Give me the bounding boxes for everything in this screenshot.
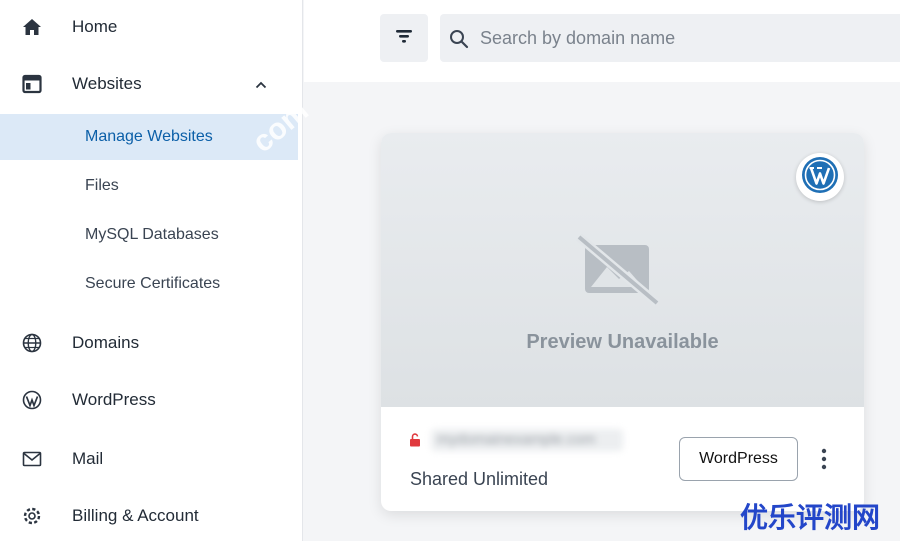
wordpress-icon xyxy=(22,390,42,410)
sidebar-subitem-manage-websites[interactable]: Manage Websites xyxy=(0,114,298,160)
search-box xyxy=(440,14,900,62)
sidebar-item-mail[interactable]: Mail xyxy=(0,437,298,481)
no-image-icon xyxy=(573,233,665,309)
preview-unavailable-text: Preview Unavailable xyxy=(526,331,719,353)
sidebar-item-label: Websites xyxy=(72,74,142,93)
more-options-icon[interactable] xyxy=(818,447,830,471)
site-preview: Preview Unavailable xyxy=(381,133,864,407)
sidebar-subitem-secure-certificates[interactable]: Secure Certificates xyxy=(0,261,298,307)
sidebar-item-label: Home xyxy=(72,17,118,36)
mail-icon xyxy=(22,449,42,469)
wordpress-badge xyxy=(796,153,844,201)
sidebar-item-label: WordPress xyxy=(72,390,156,409)
sidebar-item-domains[interactable]: Domains xyxy=(0,321,298,365)
wordpress-logo-icon xyxy=(801,156,839,199)
website-card: Preview Unavailable mydomainexample.com … xyxy=(381,133,864,511)
websites-icon xyxy=(22,74,42,94)
sidebar: Home Websites Manage Websites Files MySQ… xyxy=(0,0,303,541)
sidebar-item-websites[interactable]: Websites xyxy=(0,62,298,106)
sidebar-subitem-label: MySQL Databases xyxy=(85,226,219,243)
sidebar-subitem-mysql-databases[interactable]: MySQL Databases xyxy=(0,212,298,258)
sidebar-item-label: Domains xyxy=(72,333,140,352)
sidebar-item-home[interactable]: Home xyxy=(0,5,298,49)
domain-name[interactable]: mydomainexample.com xyxy=(431,429,623,451)
sidebar-item-wordpress[interactable]: WordPress xyxy=(0,378,298,422)
sidebar-subitem-label: Secure Certificates xyxy=(85,275,221,292)
sidebar-subitem-files[interactable]: Files xyxy=(0,163,298,209)
sidebar-item-label: Billing & Account xyxy=(72,506,199,525)
sidebar-item-label: Mail xyxy=(72,449,104,468)
unlocked-icon xyxy=(409,433,421,447)
home-icon xyxy=(22,17,42,37)
search-input[interactable] xyxy=(480,14,900,62)
search-icon xyxy=(448,28,470,50)
sidebar-subitem-label: Manage Websites xyxy=(85,128,213,145)
wordpress-button[interactable]: WordPress xyxy=(679,437,798,481)
globe-icon xyxy=(22,333,42,353)
plan-name: Shared Unlimited xyxy=(410,469,549,489)
gear-icon xyxy=(22,506,42,526)
chevron-up-icon[interactable] xyxy=(254,77,268,91)
topbar xyxy=(304,0,900,82)
sidebar-item-billing-account[interactable]: Billing & Account xyxy=(0,494,298,538)
sidebar-subitem-label: Files xyxy=(85,177,119,194)
filter-icon xyxy=(394,26,414,51)
filter-button[interactable] xyxy=(380,14,428,62)
